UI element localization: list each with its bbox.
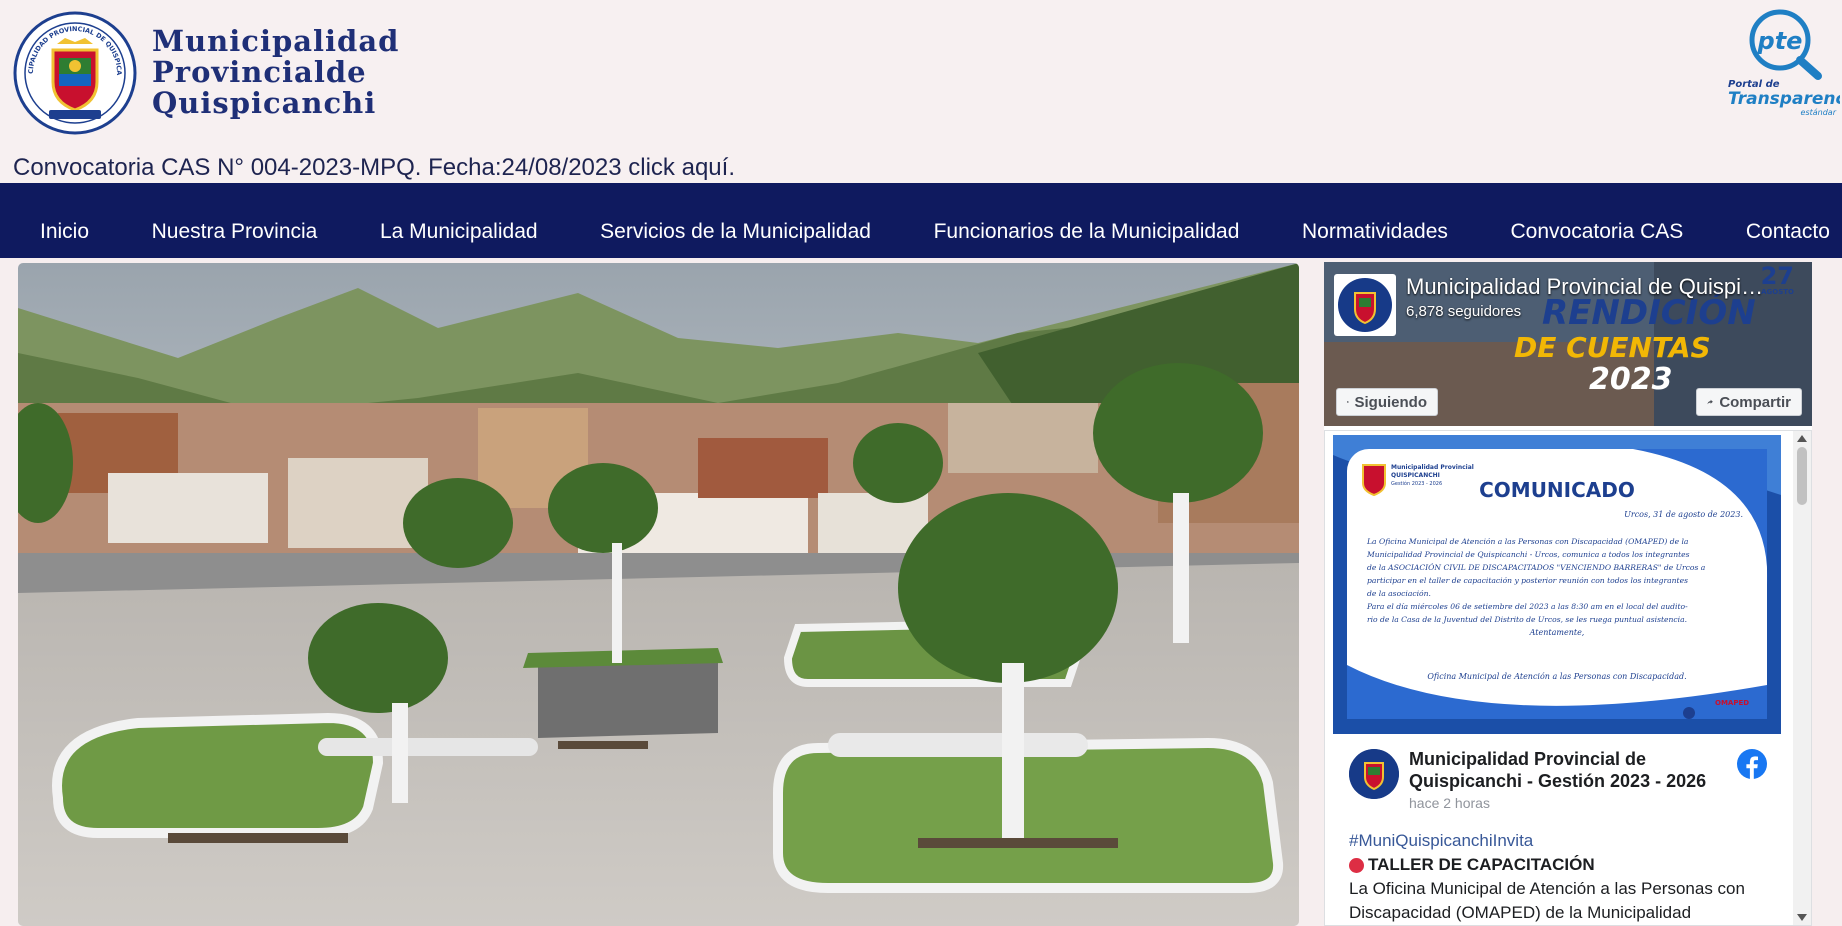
post-header: Municipalidad Provincial de Quispicanchi…: [1333, 741, 1781, 825]
share-arrow-icon: [1707, 399, 1713, 405]
share-button-label: Compartir: [1719, 393, 1791, 411]
nav-item-la-municipalidad[interactable]: La Municipalidad: [380, 221, 538, 242]
svg-text:QUISPICANCHI: QUISPICANCHI: [1391, 472, 1440, 479]
town-plaza-photo: [18, 263, 1299, 926]
svg-text:rio de la Casa de la Juventud: rio de la Casa de la Juventud del Distri…: [1367, 615, 1687, 624]
facebook-logo-icon[interactable]: [1737, 749, 1767, 779]
nav-item-contacto[interactable]: Contacto: [1746, 221, 1830, 242]
brand-line-3: Quispicanchi: [152, 86, 377, 120]
svg-text:Municipalidad Provincial de Qu: Municipalidad Provincial de Quispicanchi…: [1366, 550, 1690, 559]
accessibility-icon: [1683, 707, 1695, 719]
scrollbar-thumb[interactable]: [1797, 447, 1807, 505]
post-image-comunicado[interactable]: Municipalidad Provincial QUISPICANCHI Ge…: [1333, 435, 1781, 734]
svg-text:Transparencia: Transparencia: [1728, 89, 1840, 109]
following-button-label: Siguiendo: [1354, 393, 1428, 411]
post-timestamp[interactable]: hace 2 horas: [1409, 795, 1490, 811]
svg-text:participar en el taller de cap: participar en el taller de capacitación …: [1367, 576, 1688, 585]
nav-item-convocatoria-cas[interactable]: Convocatoria CAS: [1511, 221, 1684, 242]
post-text: #MuniQuispicanchiInvita TALLER DE CAPACI…: [1349, 829, 1777, 925]
cas-announcement-link[interactable]: Convocatoria CAS N° 004-2023-MPQ. Fecha:…: [13, 154, 735, 182]
following-button[interactable]: Siguiendo: [1336, 388, 1438, 416]
comunicado-crest-icon: [1362, 464, 1386, 497]
nav-item-inicio[interactable]: Inicio: [40, 221, 89, 242]
nav-item-servicios[interactable]: Servicios de la Municipalidad: [600, 221, 871, 242]
post-title-row: TALLER DE CAPACITACIÓN: [1349, 853, 1777, 877]
post-author-name[interactable]: Municipalidad Provincial de Quispicanchi…: [1409, 748, 1727, 792]
facebook-page-avatar[interactable]: [1334, 274, 1396, 336]
post-title: TALLER DE CAPACITACIÓN: [1368, 855, 1595, 874]
svg-text:Urcos, 31 de agosto de 2023.: Urcos, 31 de agosto de 2023.: [1624, 510, 1743, 519]
transparency-portal-logo[interactable]: pte Portal de Transparencia estándar: [1722, 6, 1840, 118]
svg-text:COMUNICADO: COMUNICADO: [1479, 478, 1635, 502]
brand-line-1: Municipalidad: [152, 24, 400, 58]
share-button[interactable]: Compartir: [1696, 388, 1802, 416]
svg-text:La Oficina Municipal de Atenci: La Oficina Municipal de Atención a las P…: [1366, 537, 1689, 546]
svg-text:OMAPED: OMAPED: [1715, 699, 1749, 707]
svg-text:2023: 2023: [1589, 362, 1673, 397]
nav-item-nuestra-provincia[interactable]: Nuestra Provincia: [152, 221, 318, 242]
svg-text:DE CUENTAS: DE CUENTAS: [1514, 331, 1711, 364]
post-hashtag[interactable]: #MuniQuispicanchiInvita: [1349, 829, 1777, 853]
svg-text:Para el día miércoles 06 de se: Para el día miércoles 06 de setiembre de…: [1366, 602, 1688, 611]
svg-text:estándar: estándar: [1801, 108, 1837, 117]
facebook-f-icon: [1347, 401, 1349, 403]
feed-scrollbar[interactable]: [1793, 431, 1811, 925]
scroll-up-arrow-icon[interactable]: [1797, 435, 1807, 442]
svg-text:Municipalidad Provincial: Municipalidad Provincial: [1391, 464, 1474, 471]
brand-line-2a: Provincial: [152, 55, 326, 89]
svg-text:Gestión 2023 - 2026: Gestión 2023 - 2026: [1391, 480, 1442, 487]
svg-text:de la asociación.: de la asociación.: [1367, 589, 1431, 598]
main-nav: Inicio Nuestra Provincia La Municipalida…: [0, 183, 1842, 258]
page-avatar-crest-icon: [1338, 278, 1392, 332]
facebook-followers-count: 6,878 seguidores: [1406, 303, 1522, 320]
site-header: MUNICIPALIDAD PROVINCIAL DE QUISPICANCHI…: [0, 0, 1842, 183]
brand-line-2b: de: [325, 55, 367, 89]
brand-name[interactable]: Municipalidad Provincial de Quispicanchi: [152, 26, 398, 119]
nav-item-normatividades[interactable]: Normatividades: [1302, 221, 1448, 242]
scroll-down-arrow-icon[interactable]: [1797, 914, 1807, 921]
svg-text:Atentamente,: Atentamente,: [1529, 628, 1585, 637]
facebook-page-name[interactable]: Municipalidad Provincial de Quispicanchi…: [1406, 274, 1772, 300]
svg-text:de la ASOCIACIÓN CIVIL DE DISC: de la ASOCIACIÓN CIVIL DE DISCAPACITADOS…: [1367, 563, 1706, 572]
post-author-avatar[interactable]: [1349, 749, 1399, 799]
facebook-page-widget: RENDICIÓN DE CUENTAS 2023 27 AGOSTO Muni…: [1324, 262, 1812, 926]
svg-text:pte: pte: [1757, 27, 1803, 55]
facebook-feed[interactable]: Municipalidad Provincial QUISPICANCHI Ge…: [1324, 430, 1812, 926]
post-body: La Oficina Municipal de Atención a las P…: [1349, 879, 1745, 922]
municipal-crest-logo[interactable]: MUNICIPALIDAD PROVINCIAL DE QUISPICANCHI: [13, 10, 137, 136]
nav-item-funcionarios[interactable]: Funcionarios de la Municipalidad: [934, 221, 1240, 242]
red-circle-icon: [1349, 857, 1364, 873]
svg-text:Oficina Municipal de Atención: Oficina Municipal de Atención a las Pers…: [1427, 672, 1686, 681]
